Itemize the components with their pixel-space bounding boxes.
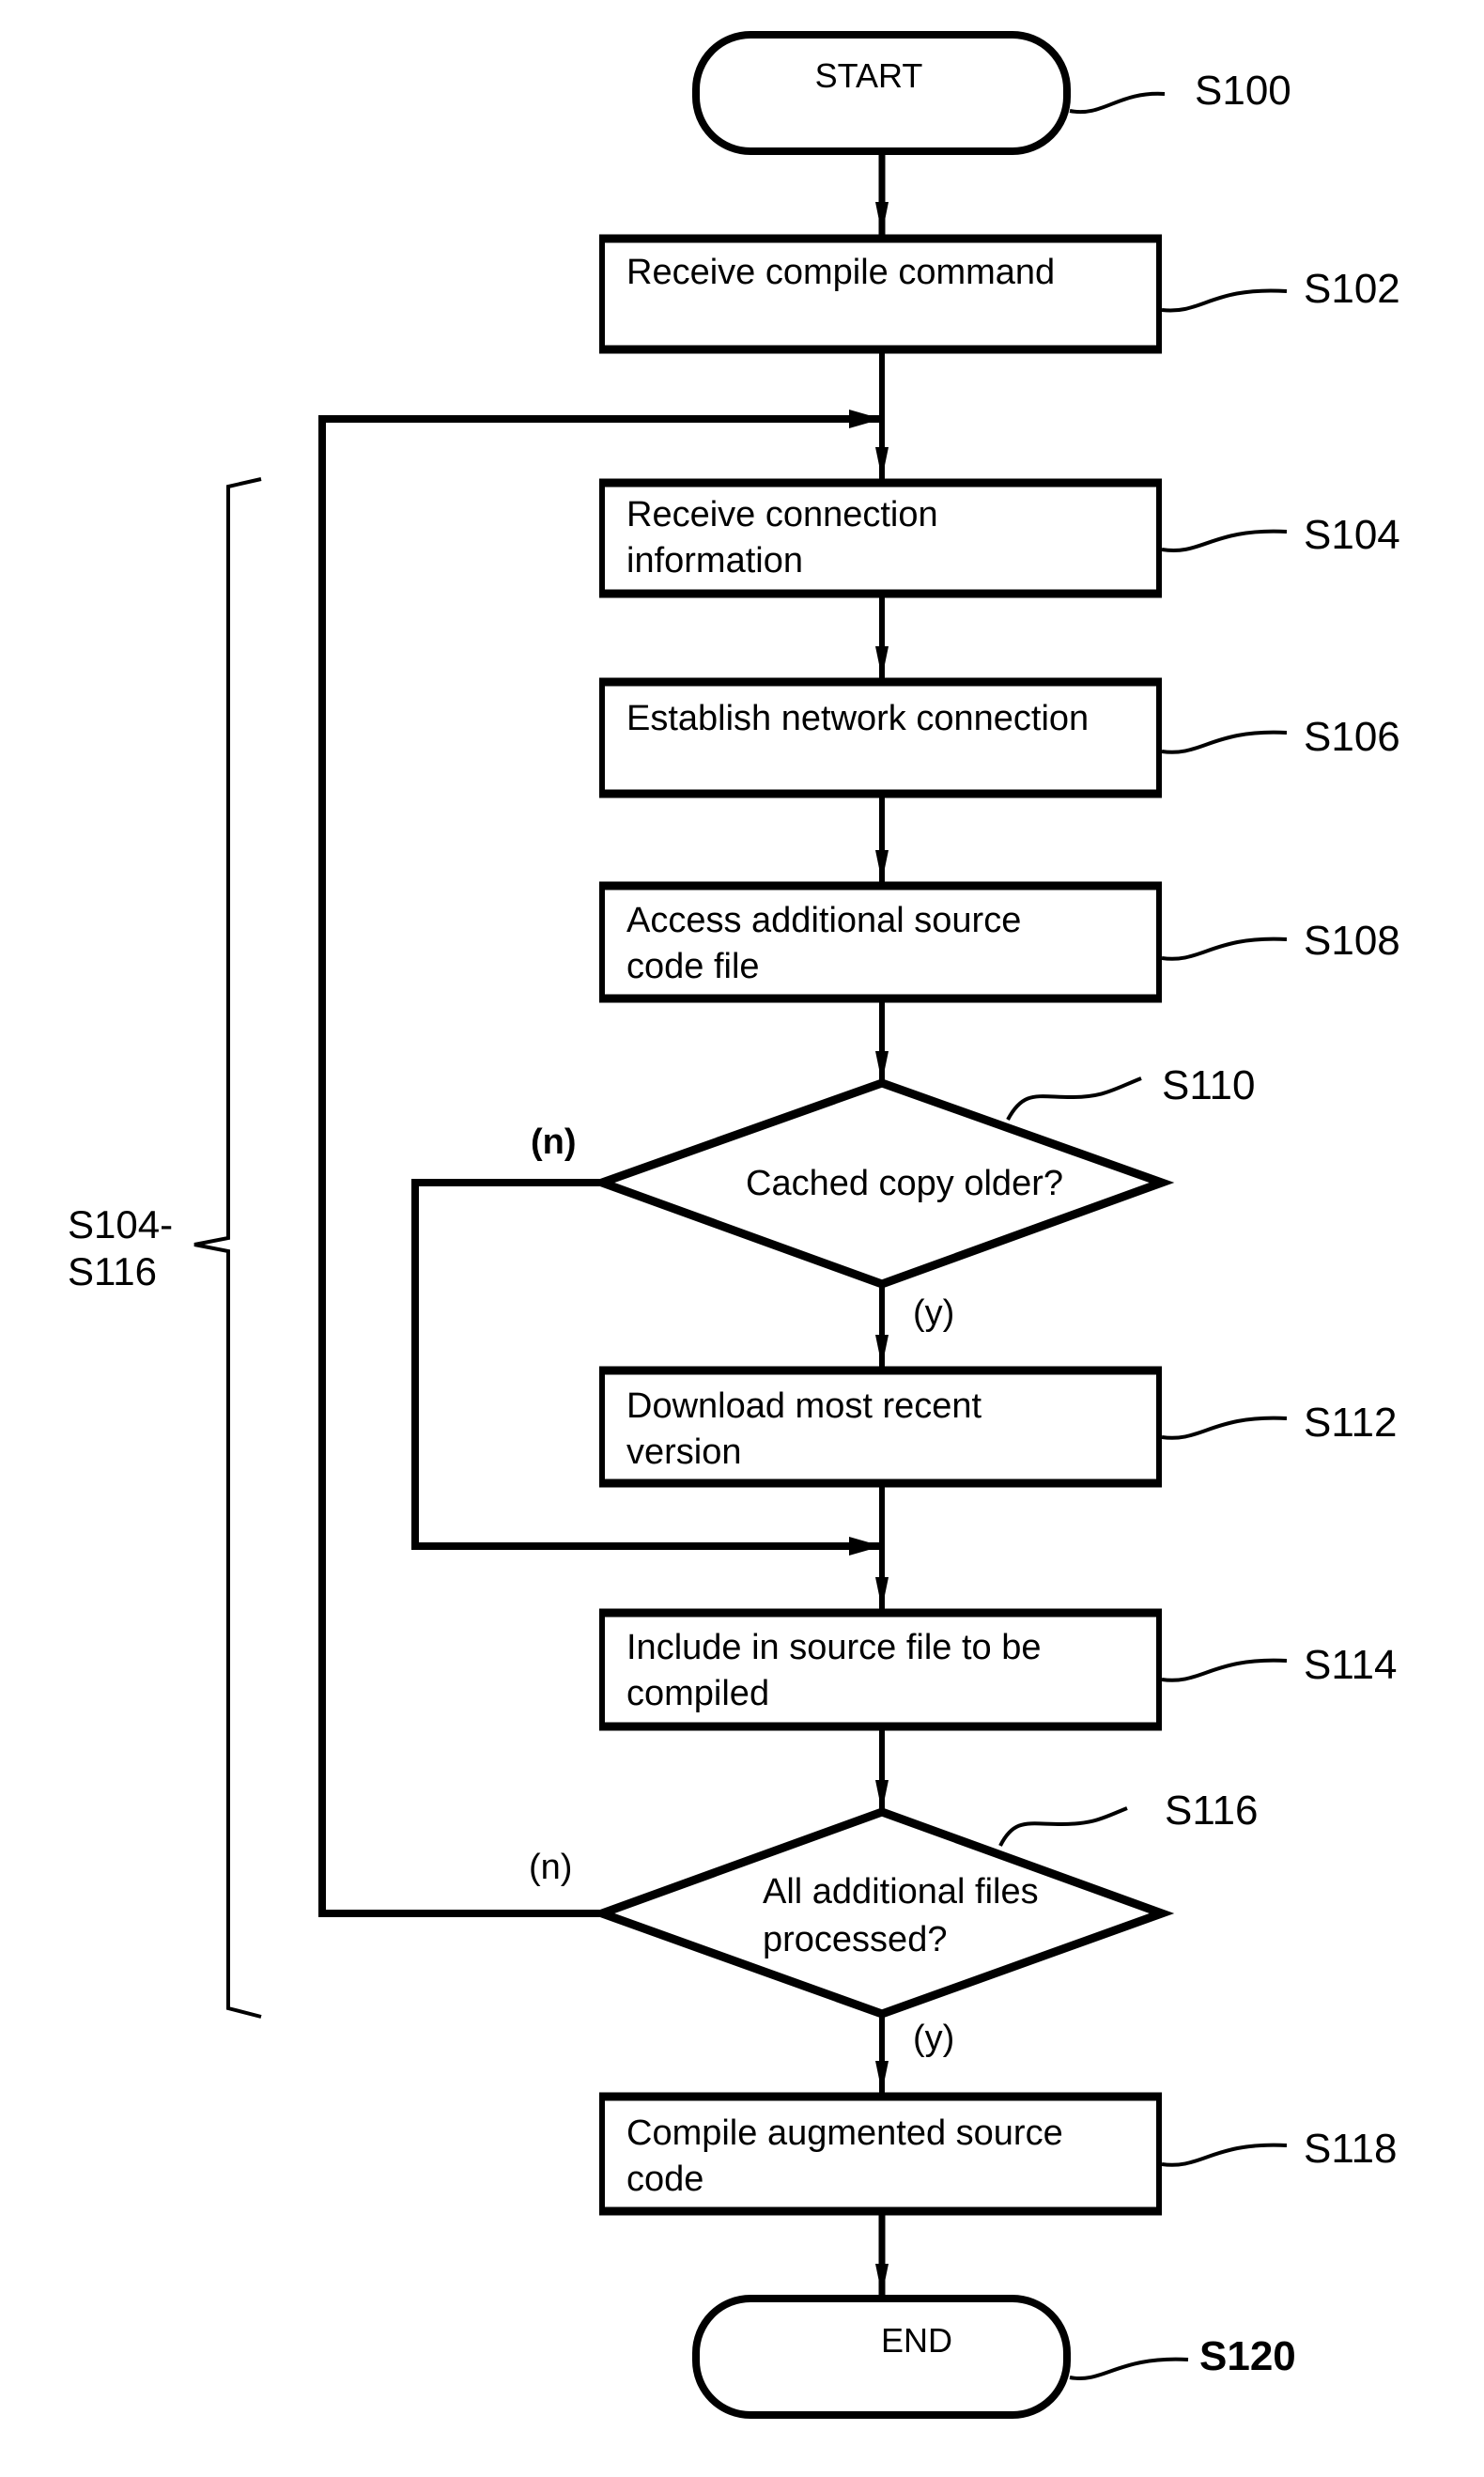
process-box-s104[interactable]: Receive connection information (599, 478, 1162, 598)
terminal-label: END (881, 2321, 952, 2360)
arrowhead (875, 2061, 889, 2093)
branch-label-no-s110: (n) (531, 1122, 577, 1162)
process-box-s106[interactable]: Establish network connection (599, 677, 1162, 798)
ref-leader (1161, 2143, 1288, 2167)
decision-label: Cached copy older? (746, 1164, 1063, 1203)
arrowhead (849, 410, 882, 428)
ref-label-s106: S106 (1304, 714, 1400, 760)
box-label-line2: code (626, 2160, 703, 2199)
ref-leader (1069, 91, 1166, 115)
box-label-line2: version (626, 1432, 742, 1472)
step-range-brace (193, 477, 262, 2019)
brace-label-line1: S104- (68, 1202, 173, 1246)
ref-label-s116: S116 (1165, 1788, 1259, 1834)
box-label-line2: compiled (626, 1674, 769, 1713)
decision-shape (589, 1807, 1175, 2019)
ref-leader (1161, 1658, 1288, 1682)
ref-leader (998, 1806, 1128, 1847)
terminal-start[interactable]: START (692, 31, 1071, 155)
process-box-s108[interactable]: Access additional source code file (599, 881, 1162, 1003)
ref-leader (1161, 730, 1288, 754)
process-box-s102[interactable]: Receive compile command (599, 234, 1162, 354)
arrowhead (875, 850, 889, 882)
terminal-label: START (815, 56, 923, 95)
ref-label-s104: S104 (1304, 512, 1400, 558)
ref-label-s110: S110 (1162, 1062, 1256, 1108)
arrowhead (849, 1537, 882, 1556)
decision-s110[interactable]: Cached copy older? (589, 1078, 1175, 1289)
box-label-line2: code file (626, 947, 760, 986)
process-box-s114[interactable]: Include in source file to be compiled (599, 1608, 1162, 1731)
arrowhead (875, 202, 889, 235)
arrowhead (875, 1051, 889, 1083)
box-label-line1: Receive compile command (626, 253, 1055, 292)
brace-label-line2: S116 (68, 1249, 157, 1293)
decision-label-line1: All additional files (763, 1872, 1039, 1912)
arrowhead (875, 646, 889, 678)
ref-leader (1069, 2357, 1189, 2380)
ref-leader (1161, 1416, 1288, 1440)
ref-leader (1006, 1076, 1142, 1121)
box-label-line1: Download most recent (626, 1386, 982, 1426)
terminal-end[interactable]: END (692, 2295, 1071, 2419)
decision-s116[interactable]: All additional files processed? (589, 1807, 1175, 2019)
ref-label-s102: S102 (1304, 266, 1400, 312)
ref-label-s108: S108 (1304, 918, 1400, 964)
box-label-line1: Access additional source (626, 901, 1021, 940)
ref-label-s100: S100 (1195, 68, 1291, 114)
branch-label-yes-s116: (y) (913, 2019, 954, 2058)
box-label-line1: Establish network connection (626, 699, 1089, 738)
arrowhead (875, 1780, 889, 1812)
arrowhead (875, 1577, 889, 1609)
arrowhead (875, 447, 889, 479)
ref-leader (1161, 288, 1288, 313)
box-label-line1: Receive connection (626, 495, 938, 534)
flowchart-canvas: S104- S116 START S100 Receive compile co… (68, 31, 1400, 2419)
decision-label-line2: processed? (763, 1920, 947, 1959)
brace-shape (193, 477, 262, 2019)
arrowhead (875, 2264, 889, 2296)
ref-label-s112: S112 (1304, 1400, 1398, 1446)
ref-label-s114: S114 (1304, 1642, 1398, 1688)
branch-label-yes-s110: (y) (913, 1293, 954, 1333)
process-box-s112[interactable]: Download most recent version (599, 1366, 1162, 1488)
box-label-line1: Compile augmented source (626, 2113, 1063, 2153)
ref-leader (1161, 937, 1288, 961)
arrowhead (875, 1335, 889, 1367)
ref-label-s118: S118 (1304, 2126, 1398, 2172)
process-box-s118[interactable]: Compile augmented source code (599, 2092, 1162, 2216)
box-label-line2: information (626, 541, 803, 581)
ref-leader (1161, 529, 1288, 552)
branch-label-no-s116: (n) (529, 1848, 572, 1887)
ref-label-s120: S120 (1199, 2333, 1296, 2379)
box-label-line1: Include in source file to be (626, 1628, 1042, 1667)
